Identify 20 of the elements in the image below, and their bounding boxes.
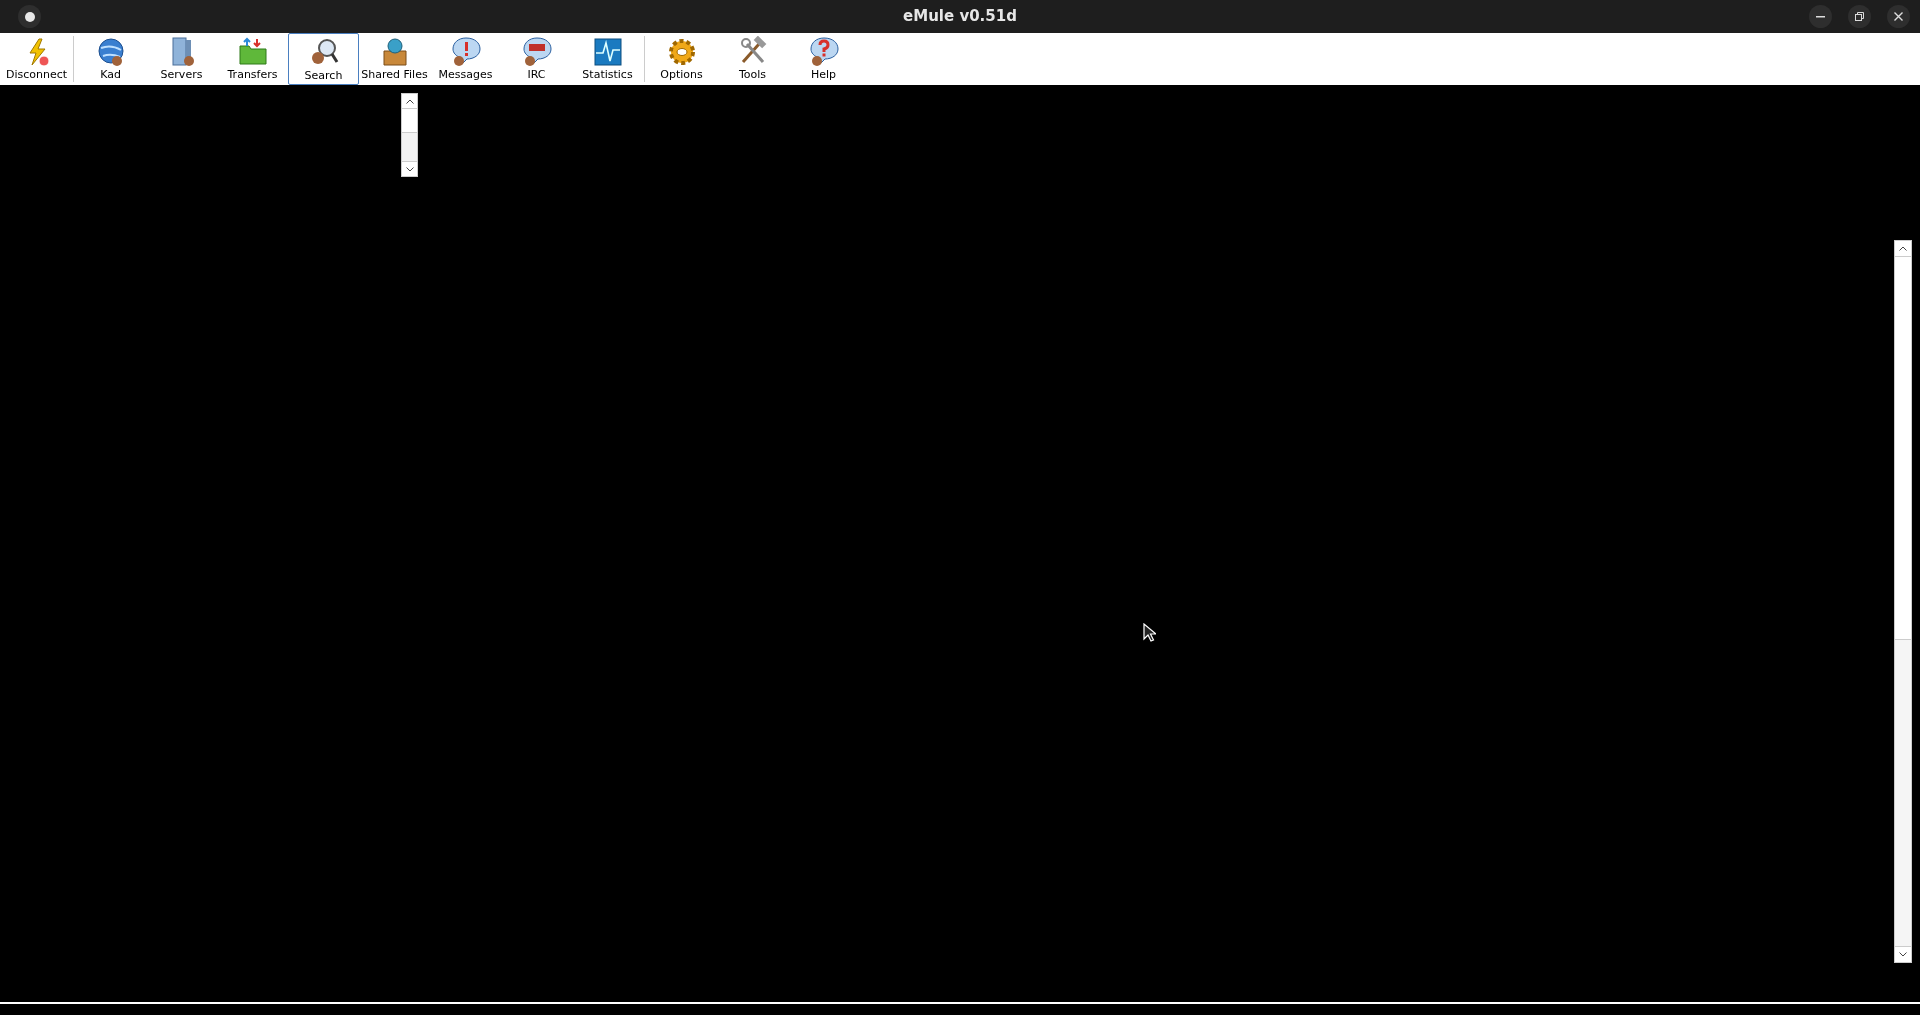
dot-icon	[24, 11, 35, 22]
scrollbar[interactable]	[1894, 240, 1912, 963]
pulse-chart-icon	[591, 36, 624, 67]
speech-bubble-icon	[520, 36, 553, 67]
window-menu-button[interactable]	[18, 5, 41, 28]
question-bubble-icon	[807, 36, 840, 67]
folder-icon	[236, 36, 269, 67]
minimize-button[interactable]	[1809, 5, 1832, 28]
speech-bubble-icon	[449, 36, 482, 67]
scrollbar[interactable]	[401, 93, 418, 177]
mouse-cursor-icon	[1143, 623, 1156, 642]
scrollbar-thumb[interactable]	[402, 109, 417, 133]
close-icon	[1894, 12, 1903, 21]
scrollbar-thumb[interactable]	[1895, 257, 1911, 640]
toolbar-button[interactable]: Search	[288, 33, 359, 85]
restore-icon	[1855, 12, 1864, 21]
window-title: eMule v0.51d	[903, 6, 1017, 28]
restore-button[interactable]	[1848, 5, 1871, 28]
minimize-icon	[1816, 15, 1825, 18]
close-button[interactable]	[1887, 5, 1910, 28]
